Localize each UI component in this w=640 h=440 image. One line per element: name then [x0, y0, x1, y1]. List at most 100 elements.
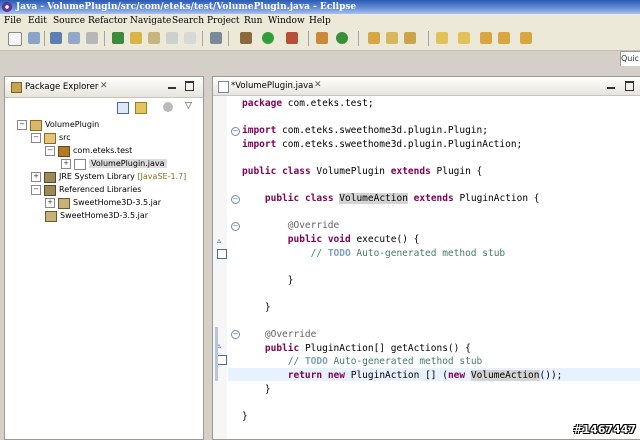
menu-run[interactable]: Run — [244, 14, 262, 28]
last-edit-icon[interactable] — [480, 32, 492, 44]
main-toolbar — [0, 28, 640, 51]
search-icon[interactable] — [404, 32, 416, 44]
minimize-icon[interactable] — [168, 79, 176, 89]
collapse-icon[interactable]: − — [17, 120, 27, 130]
toolbar-separator — [228, 31, 229, 46]
window-title: Java - VolumePlugin/src/com/eteks/test/V… — [16, 2, 357, 12]
close-icon[interactable]: ✕ — [314, 80, 322, 90]
close-icon[interactable]: ✕ — [100, 81, 108, 91]
fold-collapse-icon[interactable]: − — [231, 195, 240, 204]
fold-collapse-icon[interactable]: − — [231, 222, 240, 231]
code-line[interactable]: @Override — [242, 328, 316, 341]
toolbar-separator — [358, 31, 359, 46]
debug-icon[interactable] — [240, 32, 252, 44]
new-icon[interactable] — [8, 32, 22, 46]
block-selection-icon[interactable] — [166, 32, 178, 44]
new-class-icon[interactable] — [336, 32, 348, 44]
tree-item-jre[interactable]: + JRE System Library [JavaSE-1.7] — [31, 171, 186, 183]
menu-help[interactable]: Help — [309, 14, 331, 28]
maximize-icon[interactable] — [625, 81, 634, 91]
watermark: #1467447 — [573, 423, 636, 436]
tree-item-java-file[interactable]: + VolumePlugin.java — [61, 158, 167, 170]
save-all-icon[interactable] — [68, 32, 80, 44]
edit-icon[interactable] — [148, 32, 160, 44]
package-explorer-toolbar: ▽ — [5, 98, 203, 114]
menu-search[interactable]: Search — [172, 14, 204, 28]
project-icon — [30, 119, 42, 131]
view-menu-icon[interactable]: ▽ — [185, 101, 192, 111]
menu-edit[interactable]: Edit — [28, 14, 47, 28]
fold-collapse-icon[interactable]: − — [231, 127, 240, 136]
tree-item-src[interactable]: − src — [31, 132, 71, 144]
tree-item-jar-root[interactable]: SweetHome3D-3.5.jar — [45, 210, 148, 222]
package-explorer-view: Package Explorer ✕ ▽ − VolumePlugin − src … — [4, 76, 204, 440]
next-annotation-icon[interactable] — [436, 32, 448, 44]
code-line[interactable]: } — [242, 383, 271, 396]
minimize-icon[interactable] — [607, 79, 615, 89]
print-icon[interactable] — [86, 32, 98, 44]
tree-item-jar[interactable]: + SweetHome3D-3.5.jar — [45, 197, 161, 209]
menu-file[interactable]: File — [4, 14, 21, 28]
code-line[interactable]: public class VolumePlugin extends Plugin… — [242, 165, 482, 178]
whitespace-icon[interactable] — [184, 32, 196, 44]
collapse-icon[interactable]: − — [31, 133, 41, 143]
editor-tab[interactable]: *VolumePlugin.java ✕ — [213, 77, 640, 96]
code-line[interactable]: // TODO Auto-generated method stub — [242, 247, 506, 260]
external-tools-icon[interactable] — [286, 32, 298, 44]
code-line[interactable]: import com.eteks.sweethome3d.plugin.Plug… — [242, 138, 522, 151]
tree-item-package[interactable]: − com.eteks.test — [45, 145, 132, 157]
code-line[interactable]: public class VolumeAction extends Plugin… — [242, 192, 540, 205]
code-line[interactable]: @Override — [242, 219, 339, 232]
menu-refactor[interactable]: Refactor — [88, 14, 127, 28]
open-task-icon[interactable] — [386, 32, 398, 44]
fold-collapse-icon[interactable]: − — [231, 330, 240, 339]
java-editor: *VolumePlugin.java ✕ ▵ ▵ − − − − package… — [212, 76, 640, 440]
maximize-icon[interactable] — [185, 81, 194, 91]
package-icon — [58, 145, 70, 157]
menu-source[interactable]: Source — [53, 14, 85, 28]
toggle-icon[interactable] — [112, 32, 124, 44]
source-folder-icon — [44, 132, 56, 144]
code-line[interactable]: import com.eteks.sweethome3d.plugin.Plug… — [242, 124, 488, 137]
package-explorer-tab[interactable]: Package Explorer ✕ — [5, 77, 203, 98]
previous-annotation-icon[interactable] — [458, 32, 470, 44]
java-file-icon — [74, 158, 86, 170]
code-line-current[interactable]: return new PluginAction [] (new VolumeAc… — [242, 369, 562, 382]
code-line[interactable]: package com.eteks.test; — [242, 97, 374, 110]
code-line[interactable]: public void execute() { — [242, 233, 420, 246]
toolbar-separator — [428, 31, 429, 46]
open-icon[interactable] — [28, 32, 40, 44]
code-line[interactable]: } — [242, 410, 248, 423]
run-icon[interactable] — [262, 32, 274, 44]
package-explorer-title: Package Explorer — [25, 82, 99, 92]
code-line[interactable]: } — [242, 301, 271, 314]
open-type-icon[interactable] — [368, 32, 380, 44]
tree-item-referenced-libraries[interactable]: − Referenced Libraries — [31, 184, 141, 196]
expand-icon[interactable]: + — [45, 198, 55, 208]
tree-item-project[interactable]: − VolumePlugin — [17, 119, 99, 131]
code-line[interactable]: } — [242, 274, 294, 287]
jar-icon — [58, 197, 70, 209]
code-line[interactable]: public PluginAction[] getActions() { — [242, 342, 471, 355]
forward-icon[interactable] — [520, 32, 532, 44]
filter-icon[interactable] — [163, 102, 173, 112]
collapse-icon[interactable]: − — [45, 146, 55, 156]
link-with-editor-icon[interactable] — [135, 102, 147, 114]
quick-diff-bar — [215, 327, 218, 381]
pin-icon[interactable] — [210, 32, 222, 44]
back-icon[interactable] — [498, 32, 510, 44]
collapse-all-icon[interactable] — [117, 102, 129, 114]
window-title-bar: Java - VolumePlugin/src/com/eteks/test/V… — [0, 0, 640, 14]
menu-project[interactable]: Project — [207, 14, 240, 28]
quick-access-input[interactable]: Quic — [620, 51, 640, 67]
collapse-icon[interactable]: − — [31, 185, 41, 195]
expand-icon[interactable]: + — [31, 172, 41, 182]
menu-navigate[interactable]: Navigate — [130, 14, 171, 28]
menu-window[interactable]: Window — [268, 14, 305, 28]
new-java-project-icon[interactable] — [316, 32, 328, 44]
code-line[interactable]: // TODO Auto-generated method stub — [242, 355, 483, 368]
override-marker-icon: ▵ — [217, 341, 222, 350]
expand-icon[interactable]: + — [61, 159, 71, 169]
mark-occurrences-icon[interactable] — [130, 32, 142, 44]
save-icon[interactable] — [50, 32, 62, 44]
